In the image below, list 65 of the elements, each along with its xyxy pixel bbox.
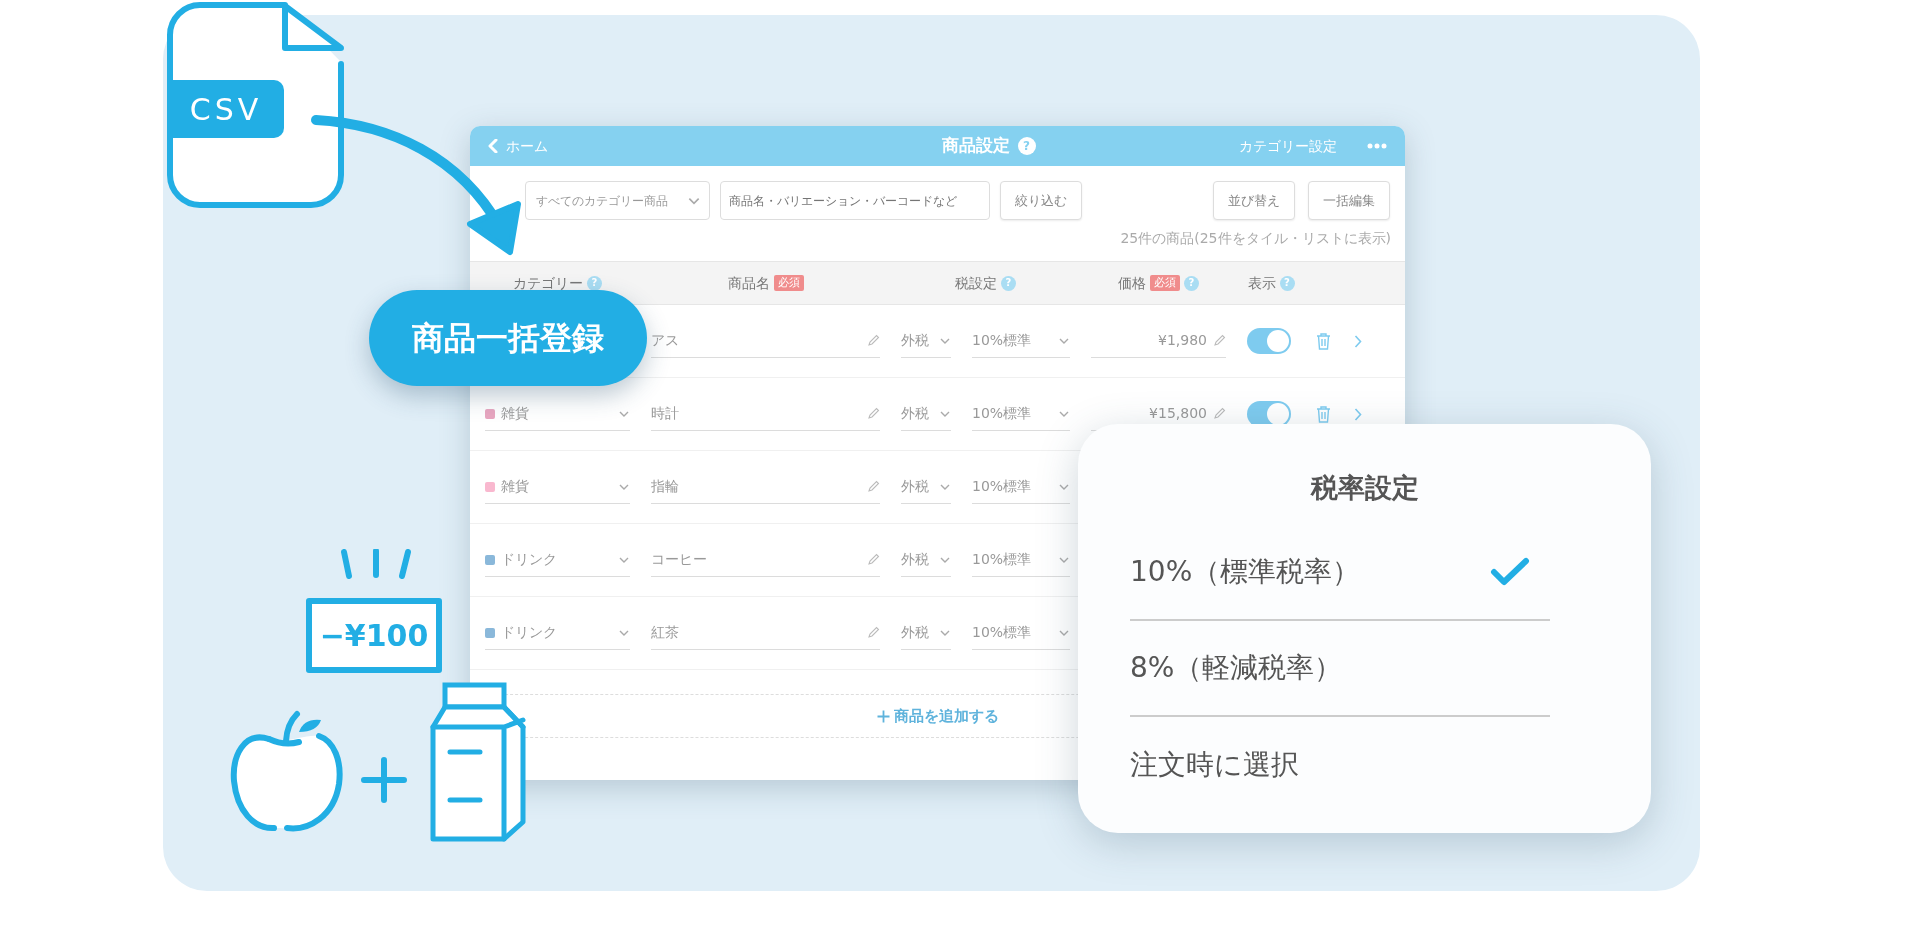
product-name-field[interactable]: 指輪 bbox=[651, 470, 880, 504]
tax-type-select[interactable]: 外税 bbox=[901, 470, 951, 504]
column-header: 税設定 bbox=[955, 273, 997, 293]
category-name: ドリンク bbox=[501, 550, 558, 569]
column-header: カテゴリー bbox=[513, 273, 583, 293]
discount-coupon: −¥100 bbox=[306, 598, 442, 673]
search-field[interactable]: 商品名・バリエーション・バーコードなど bbox=[720, 181, 990, 220]
pencil-icon[interactable] bbox=[867, 334, 880, 347]
bulk-register-badge: 商品一括登録 bbox=[369, 290, 647, 386]
tax-type-select[interactable]: 外税 bbox=[901, 616, 951, 650]
tax-rate-select[interactable]: 10%標準 bbox=[972, 324, 1070, 358]
pencil-icon[interactable] bbox=[1213, 407, 1226, 420]
column-header: 表示 bbox=[1247, 273, 1276, 293]
product-name-field[interactable]: 紅茶 bbox=[651, 616, 880, 650]
category-dropdown[interactable]: すべてのカテゴリー商品 bbox=[525, 181, 710, 220]
category-settings-link[interactable]: カテゴリー設定 bbox=[1239, 135, 1337, 157]
pencil-icon[interactable] bbox=[867, 553, 880, 566]
category-name: 雑貨 bbox=[501, 477, 530, 496]
pencil-icon[interactable] bbox=[867, 626, 880, 639]
more-icon[interactable] bbox=[1367, 143, 1387, 149]
pencil-icon[interactable] bbox=[867, 480, 880, 493]
pencil-icon[interactable] bbox=[867, 407, 880, 420]
tax-rate-select[interactable]: 10%標準 bbox=[972, 616, 1070, 650]
plus-icon bbox=[876, 709, 890, 723]
back-link[interactable]: ホーム bbox=[488, 135, 548, 157]
category-name: 雑貨 bbox=[501, 404, 530, 423]
tax-type-select[interactable]: 外税 bbox=[901, 324, 951, 358]
column-header: 価格 bbox=[1118, 273, 1146, 293]
category-select[interactable]: ドリンク bbox=[485, 616, 630, 650]
product-name-field[interactable]: 時計 bbox=[651, 397, 880, 431]
trash-icon[interactable] bbox=[1316, 405, 1331, 423]
toolbar-button[interactable]: 並び替え bbox=[1213, 181, 1295, 220]
help-icon[interactable]: ? bbox=[1017, 137, 1036, 155]
price-field[interactable]: ¥1,980 bbox=[1091, 324, 1226, 358]
chevron-right-icon[interactable] bbox=[1354, 407, 1362, 421]
required-tag: 必須 bbox=[773, 275, 804, 291]
tax-rate-select[interactable]: 10%標準 bbox=[972, 470, 1070, 504]
tax-rate-option[interactable]: 10%（標準税率） bbox=[1130, 524, 1550, 621]
plus-icon bbox=[360, 756, 408, 804]
tax-rate-option[interactable]: 注文時に選択 bbox=[1130, 716, 1550, 813]
filter-button[interactable]: 絞り込む bbox=[1000, 181, 1082, 220]
tax-rate-select[interactable]: 10%標準 bbox=[972, 543, 1070, 577]
category-name: ドリンク bbox=[501, 623, 558, 642]
visibility-toggle[interactable] bbox=[1247, 401, 1291, 427]
trash-icon[interactable] bbox=[1316, 332, 1331, 350]
toolbar-button[interactable]: 一括編集 bbox=[1308, 181, 1390, 220]
chevron-right-icon[interactable] bbox=[1354, 334, 1362, 348]
product-count: 25件の商品(25件をタイル・リストに表示) bbox=[1119, 229, 1392, 248]
column-header: 商品名 bbox=[727, 273, 770, 293]
tax-type-select[interactable]: 外税 bbox=[901, 397, 951, 431]
category-select[interactable]: 雑貨 bbox=[485, 470, 630, 504]
add-product-link[interactable]: 商品を追加する bbox=[876, 704, 999, 728]
tax-type-select[interactable]: 外税 bbox=[901, 543, 951, 577]
page-title: 商品設定 bbox=[941, 134, 1010, 158]
tax-rate-select[interactable]: 10%標準 bbox=[972, 397, 1070, 431]
product-name-field[interactable]: コーヒー bbox=[651, 543, 880, 577]
category-select[interactable]: ドリンク bbox=[485, 543, 630, 577]
tax-rate-option[interactable]: 8%（軽減税率） bbox=[1130, 620, 1550, 717]
category-select[interactable]: 雑貨 bbox=[485, 397, 630, 431]
visibility-toggle[interactable] bbox=[1247, 328, 1291, 354]
popup-title: 税率設定 bbox=[1309, 471, 1420, 505]
product-name-field[interactable]: アス bbox=[651, 324, 880, 358]
required-tag: 必須 bbox=[1150, 275, 1180, 291]
back-chevron-icon bbox=[488, 139, 498, 153]
pencil-icon[interactable] bbox=[1213, 334, 1226, 347]
